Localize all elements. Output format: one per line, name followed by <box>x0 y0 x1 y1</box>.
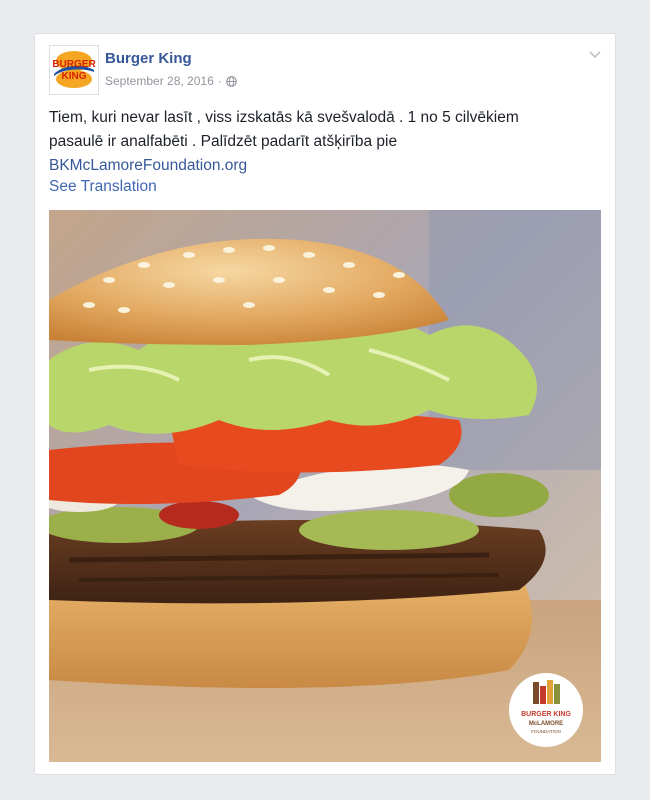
post-photo-burger[interactable]: BURGER KING McLAMORE FOUNDATION <box>49 210 601 762</box>
post-meta: September 28, 2016 · <box>105 74 237 88</box>
foundation-badge: BURGER KING McLAMORE FOUNDATION <box>509 673 583 747</box>
post-text-line2: pasaulē ir analfabēti . Palīdzēt padarīt… <box>49 133 398 150</box>
page-avatar[interactable]: BURGER KING <box>49 45 99 95</box>
burger-king-logo: BURGER KING <box>52 51 96 88</box>
badge-sub-text: FOUNDATION <box>531 729 560 734</box>
post-options-button[interactable] <box>587 48 603 60</box>
badge-name-text: McLAMORE <box>529 721 563 727</box>
svg-text:KING: KING <box>62 71 87 82</box>
page-name-link[interactable]: Burger King <box>105 50 192 67</box>
chevron-down-icon <box>589 51 601 59</box>
globe-icon[interactable] <box>225 75 237 87</box>
svg-text:BURGER: BURGER <box>52 59 96 70</box>
see-translation-link[interactable]: See Translation <box>49 178 157 196</box>
foundation-link[interactable]: BKMcLamoreFoundation.org <box>49 157 247 174</box>
meta-separator: · <box>217 74 222 88</box>
badge-brand-text: BURGER KING <box>521 711 571 718</box>
post-message: Tiem, kuri nevar lasīt , viss izskatās k… <box>49 106 601 178</box>
post-text-line1: Tiem, kuri nevar lasīt , viss izskatās k… <box>49 109 519 126</box>
post-card: BURGER KING Burger King September 28, 20… <box>34 33 616 775</box>
post-timestamp[interactable]: September 28, 2016 <box>105 74 214 88</box>
